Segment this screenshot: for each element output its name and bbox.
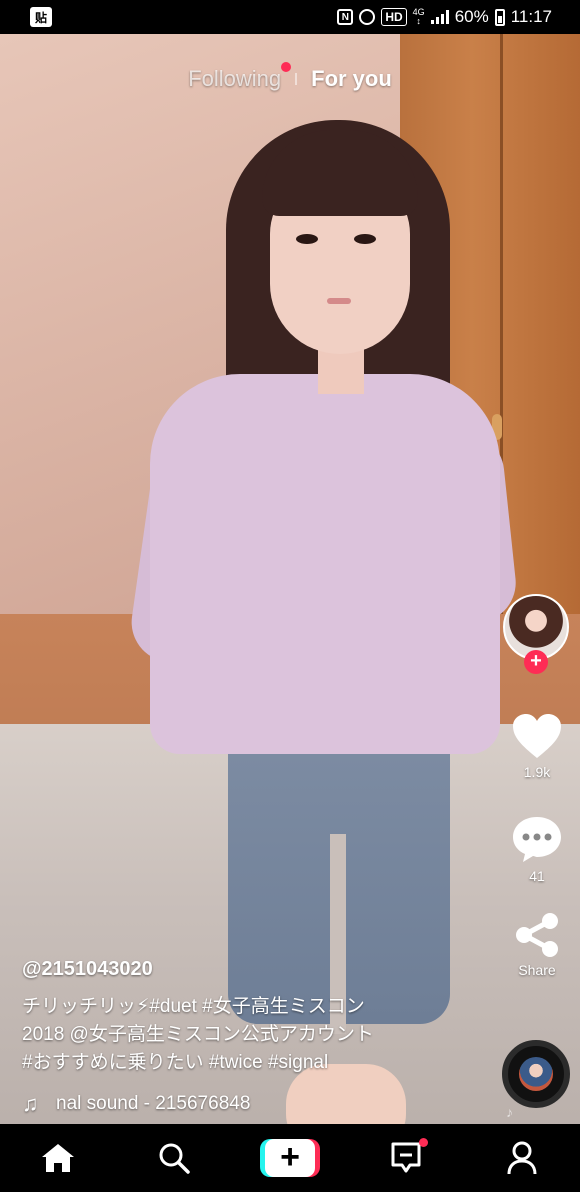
signal-icon <box>430 10 449 24</box>
nav-create[interactable]: + <box>250 1128 330 1188</box>
create-icon: + <box>260 1139 320 1177</box>
tab-following[interactable]: Following <box>188 62 292 92</box>
home-icon <box>42 1144 74 1172</box>
network-type-icon: 4G ↕ <box>412 7 425 26</box>
music-note-icon: ♫ <box>22 1091 39 1116</box>
share-icon <box>516 913 558 957</box>
like-button[interactable]: 1.9k <box>500 712 574 780</box>
nav-discover[interactable] <box>134 1128 214 1188</box>
status-bar: 贴 N HD 4G ↕ 60% 11:17 <box>0 0 580 34</box>
comment-icon <box>513 817 561 862</box>
nfc-icon: N <box>337 9 354 25</box>
share-button[interactable]: Share <box>500 912 574 978</box>
app-notification-icon: 贴 <box>30 7 52 27</box>
caption-line: #おすすめに乗りたい #twice #signal <box>22 1052 329 1073</box>
hd-voice-icon: HD <box>381 8 407 26</box>
like-count: 1.9k <box>523 764 551 780</box>
feed-tabs: Following For you <box>0 62 580 92</box>
caption-text: チリッチリッ⚡#duet #女子高生ミスコン 2018 @女子高生ミスコン公式ア… <box>22 993 492 1077</box>
battery-icon <box>494 8 505 26</box>
sound-disc-cover <box>519 1057 553 1091</box>
share-label: Share <box>518 962 556 978</box>
bottom-navigation: + <box>0 1124 580 1192</box>
heart-icon <box>513 714 561 758</box>
search-icon <box>159 1143 190 1174</box>
creator-username[interactable]: @2151043020 <box>22 958 492 981</box>
new-content-dot <box>281 62 292 72</box>
nav-profile[interactable] <box>482 1128 562 1188</box>
inbox-icon <box>391 1142 421 1173</box>
battery-percent: 60% <box>454 7 489 26</box>
profile-icon <box>507 1141 537 1175</box>
clock: 11:17 <box>510 7 552 26</box>
sound-disc[interactable] <box>502 1040 570 1108</box>
nav-inbox[interactable] <box>366 1128 446 1188</box>
sound-row[interactable]: ♫ nal sound - 215676848 <box>22 1091 492 1117</box>
tab-for-you[interactable]: For you <box>311 66 392 92</box>
alarm-icon <box>359 9 376 25</box>
inbox-badge-dot <box>419 1138 428 1147</box>
caption-line: チリッチリッ⚡#duet #女子高生ミスコン <box>22 996 365 1017</box>
nav-home[interactable] <box>18 1128 98 1188</box>
person-sweater <box>150 374 500 754</box>
tab-divider <box>295 73 298 85</box>
caption-line: 2018 @女子高生ミスコン公式アカウント <box>22 1024 374 1045</box>
floating-note-icon: ♪ <box>506 1104 513 1120</box>
video-caption: @2151043020 チリッチリッ⚡#duet #女子高生ミスコン 2018 … <box>22 958 492 1117</box>
follow-button[interactable]: + <box>524 650 548 674</box>
comment-count: 41 <box>529 868 545 884</box>
comment-button[interactable]: 41 <box>500 814 574 884</box>
sound-title: nal sound - 215676848 <box>56 1093 251 1114</box>
